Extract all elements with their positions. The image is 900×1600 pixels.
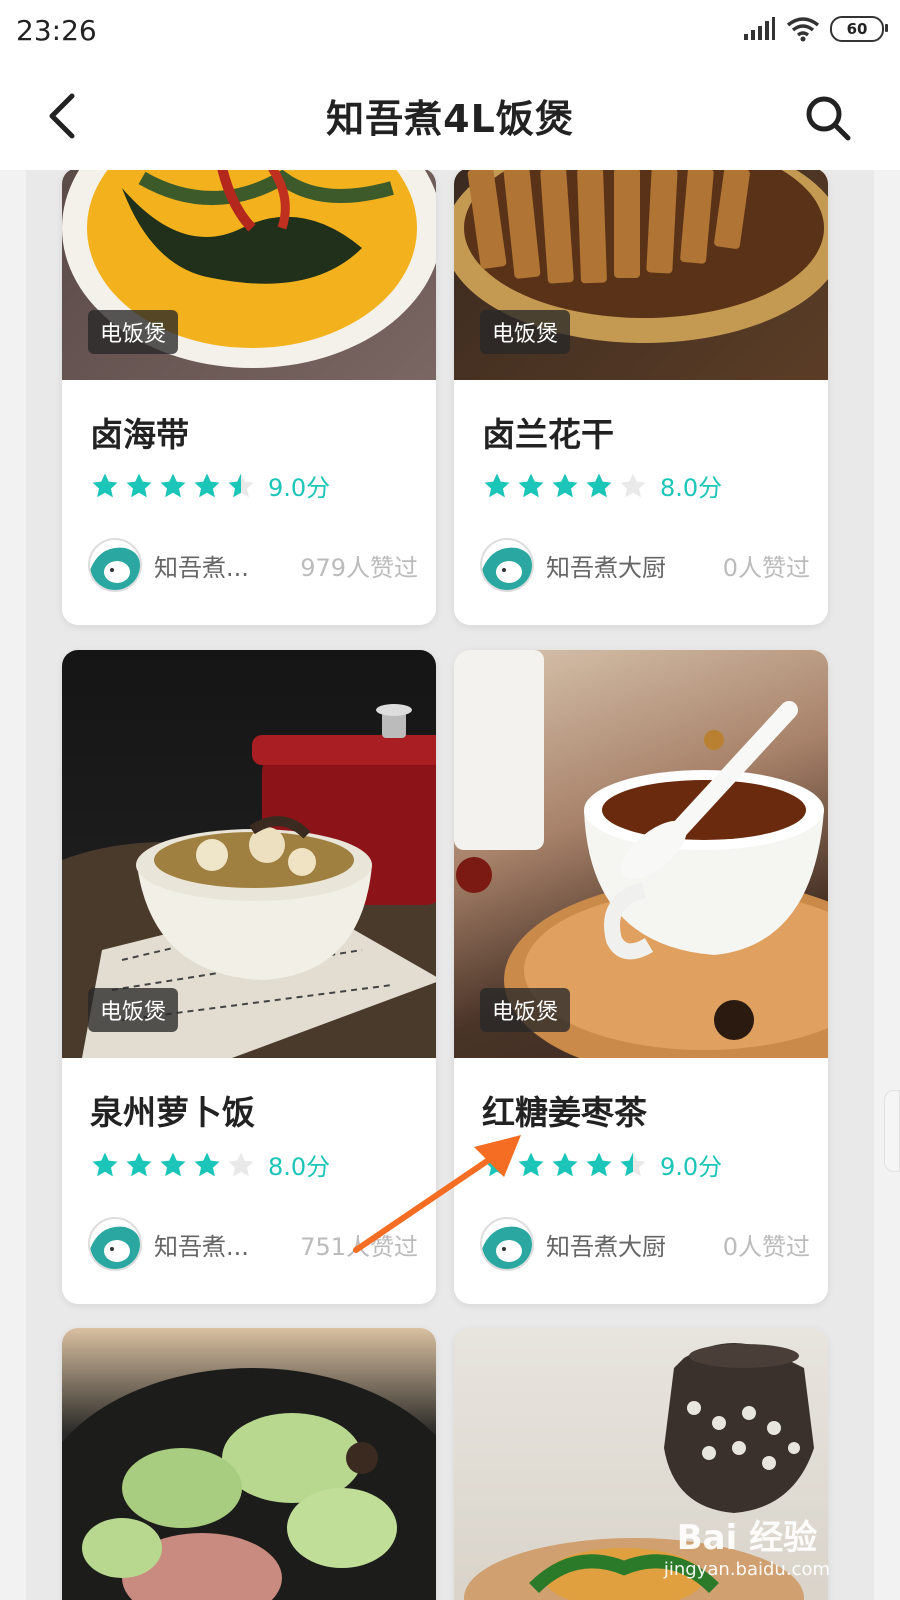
- recipe-name: 红糖姜枣茶: [482, 1093, 647, 1132]
- rating: 8.0分: [88, 1147, 330, 1182]
- signal-icon: [744, 17, 775, 40]
- battery-icon: 60: [830, 16, 888, 42]
- app-header: 知吾煮4L饭煲: [0, 62, 900, 170]
- likes-count: 751人赞过: [300, 1232, 418, 1261]
- star-icon: [484, 473, 510, 497]
- author-name: 知吾煮大厨: [546, 1232, 666, 1261]
- page-title: 知吾煮4L饭煲: [326, 97, 574, 141]
- watermark-main: Bai 经验: [676, 1518, 818, 1558]
- star-icon: [160, 1152, 186, 1176]
- recipe-image: 电饭煲: [62, 650, 436, 1058]
- recipe-image: 电饭煲: [454, 650, 828, 1058]
- recipe-card[interactable]: 电饭煲 红糖姜枣茶 9.0分 知吾煮大厨 0人赞过: [454, 650, 828, 1304]
- star-icon: [484, 1152, 510, 1176]
- star-half-icon: [620, 1152, 646, 1176]
- avatar: [88, 538, 142, 592]
- rating-score: 9.0分: [268, 474, 331, 502]
- chef-avatar-icon: [482, 1219, 532, 1269]
- rating-score: 8.0分: [660, 474, 723, 502]
- star-icon: [552, 1152, 578, 1176]
- recipe-author[interactable]: 知吾煮... 751人赞过: [88, 1217, 418, 1271]
- star-icon: [160, 473, 186, 497]
- star-icon: [194, 473, 220, 497]
- avatar: [480, 1217, 534, 1271]
- recipe-card[interactable]: [62, 1328, 436, 1600]
- recipe-image: [62, 1328, 436, 1600]
- recipe-card[interactable]: 电饭煲 卤海带 9.0分 知吾煮... 979人赞过: [62, 170, 436, 625]
- recipe-tag: 电饭煲: [480, 988, 571, 1032]
- rating: 9.0分: [88, 468, 330, 503]
- status-bar: 23:26 60: [0, 0, 900, 62]
- avatar: [480, 538, 534, 592]
- side-edge-handle[interactable]: [884, 1090, 900, 1172]
- recipe-name: 卤兰花干: [482, 415, 614, 454]
- dish-illustration: [62, 1368, 436, 1600]
- star-icon: [194, 1152, 220, 1176]
- recipe-image: 电饭煲: [454, 170, 828, 380]
- author-name: 知吾煮大厨: [546, 553, 666, 582]
- recipe-image: 电饭煲: [62, 170, 436, 380]
- star-icon: [586, 473, 612, 497]
- recipe-name: 卤海带: [90, 415, 189, 454]
- star-icon: [126, 473, 152, 497]
- star-icon: [518, 473, 544, 497]
- star-half-icon: [228, 473, 254, 497]
- avatar: [88, 1217, 142, 1271]
- rating-score: 9.0分: [660, 1153, 723, 1181]
- star-icon: [586, 1152, 612, 1176]
- chef-avatar-icon: [90, 1219, 140, 1269]
- likes-count: 979人赞过: [300, 553, 418, 582]
- recipe-tag: 电饭煲: [88, 310, 179, 354]
- status-icons: 60: [742, 16, 888, 42]
- star-icon: [92, 473, 118, 497]
- likes-count: 0人赞过: [722, 553, 810, 582]
- star-icon: [518, 1152, 544, 1176]
- star-icon: [92, 1152, 118, 1176]
- rating: 8.0分: [480, 468, 722, 503]
- author-name: 知吾煮...: [154, 1232, 249, 1261]
- chef-avatar-icon: [90, 540, 140, 590]
- rating-score: 8.0分: [268, 1153, 331, 1181]
- recipe-card[interactable]: 电饭煲 泉州萝卜饭 8.0分 知吾煮... 751人赞过: [62, 650, 436, 1304]
- star-icon: [126, 1152, 152, 1176]
- watermark-sub: jingyan.baidu.com: [663, 1559, 830, 1580]
- likes-count: 0人赞过: [722, 1232, 810, 1261]
- baidu-watermark: Bai 经验 jingyan.baidu.com: [664, 1510, 830, 1580]
- chef-avatar-icon: [482, 540, 532, 590]
- recipe-tag: 电饭煲: [88, 988, 179, 1032]
- recipe-author[interactable]: 知吾煮大厨 0人赞过: [480, 538, 810, 592]
- star-icon: [552, 473, 578, 497]
- wifi-icon: [786, 17, 820, 42]
- recipe-card[interactable]: 电饭煲 卤兰花干 8.0分 知吾煮大厨 0人赞过: [454, 170, 828, 625]
- star-empty-icon: [620, 473, 646, 497]
- rating: 9.0分: [480, 1147, 722, 1182]
- recipe-author[interactable]: 知吾煮... 979人赞过: [88, 538, 418, 592]
- status-time: 23:26: [16, 14, 97, 47]
- star-empty-icon: [228, 1152, 254, 1176]
- recipe-author[interactable]: 知吾煮大厨 0人赞过: [480, 1217, 810, 1271]
- search-icon: [806, 96, 851, 141]
- author-name: 知吾煮...: [154, 553, 249, 582]
- recipe-name: 泉州萝卜饭: [90, 1093, 255, 1132]
- recipe-list[interactable]: 电饭煲 卤海带 9.0分 知吾煮... 979人赞过 电饭煲 卤兰花干 8.0分…: [26, 170, 874, 1600]
- recipe-tag: 电饭煲: [480, 310, 571, 354]
- search-button[interactable]: [800, 90, 856, 146]
